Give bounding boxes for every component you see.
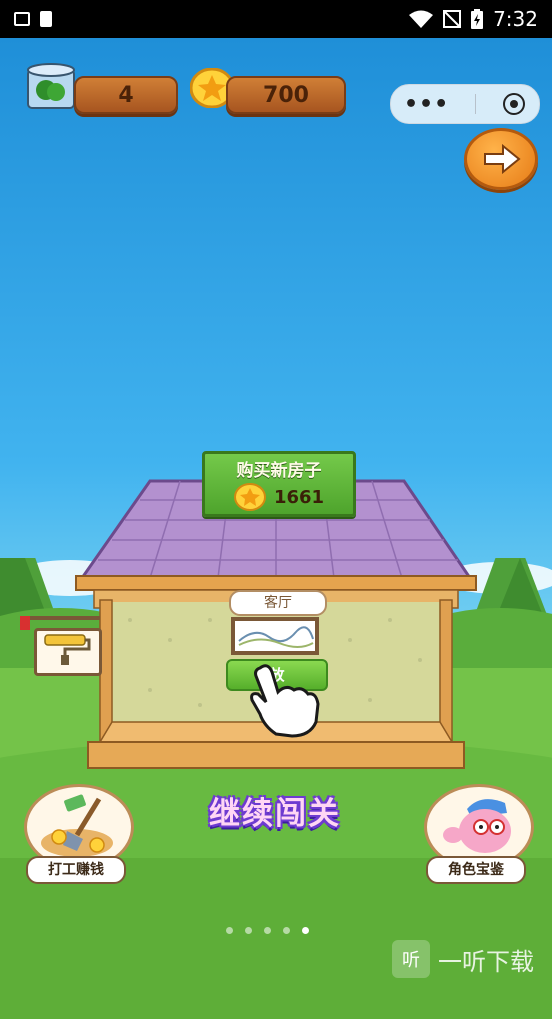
room-label: 客厅 <box>229 590 327 616</box>
paint-roller-sign[interactable] <box>34 628 102 676</box>
landscape-painting-icon <box>238 626 314 648</box>
coin-icon <box>233 483 266 511</box>
continue-level-button[interactable]: 继续闯关 <box>160 790 390 838</box>
paint-roller-icon <box>44 634 91 665</box>
watermark-text: 一听下载 <box>438 947 534 976</box>
page-dot[interactable] <box>226 927 233 934</box>
page-dot[interactable] <box>245 927 252 934</box>
character-collection-label[interactable]: 角色宝鉴 <box>426 856 526 884</box>
watermark-logo: 听 <box>392 940 430 978</box>
house-price: 1661 <box>273 486 325 508</box>
page-dot-active[interactable] <box>302 927 309 934</box>
page-dot[interactable] <box>283 927 290 934</box>
work-earn-label[interactable]: 打工赚钱 <box>26 856 126 884</box>
pig-character-icon <box>443 799 511 853</box>
page-indicator <box>226 927 309 934</box>
buy-new-house-button[interactable]: 购买新房子 1661 <box>202 451 356 517</box>
watermark: 听 一听下载 <box>392 938 552 980</box>
wall-painting[interactable] <box>231 617 319 655</box>
page-dot[interactable] <box>264 927 271 934</box>
pointing-hand-icon <box>250 664 320 738</box>
buy-house-title: 购买新房子 <box>236 461 322 481</box>
shovel-money-icon <box>41 794 113 857</box>
